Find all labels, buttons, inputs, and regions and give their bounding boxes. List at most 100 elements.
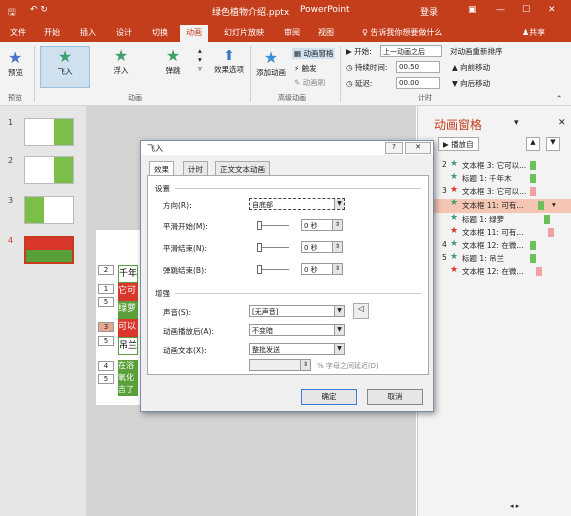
direction-dropdown[interactable]: 自底部 ▼ <box>249 198 345 210</box>
exit-star-icon: ★ <box>450 226 459 236</box>
painter-icon: ✎ <box>294 78 303 87</box>
anim-item-selected[interactable]: ★ 文本框 11: 可有... ▾ <box>418 198 571 213</box>
anim-item[interactable]: 3 ★ 文本框 3: 它可以... <box>418 185 571 198</box>
preview-group-label: 预览 <box>8 94 22 102</box>
add-animation-button[interactable]: ★ 添加动画 <box>254 48 288 78</box>
enhance-heading: 增强 <box>155 289 170 298</box>
sound-dropdown[interactable]: [无声音] ▼ <box>249 305 345 317</box>
scroll-arrows[interactable]: ◂ ▸ <box>510 502 519 510</box>
anim-item[interactable]: ★ 标题 1: 绿萝 <box>418 213 571 226</box>
anim-marker[interactable]: 5 <box>98 374 114 384</box>
collapse-ribbon-icon[interactable]: ⌃ <box>556 94 562 103</box>
maximize-icon[interactable]: ☐ <box>522 5 530 15</box>
ribbon-display-icon[interactable]: ▣ <box>468 5 477 15</box>
animation-pane-button[interactable]: ▦ 动画窗格 <box>292 48 336 59</box>
animate-text-dropdown[interactable]: 整批发送 ▼ <box>249 343 345 355</box>
letter-delay-input[interactable]: ⇕ <box>249 359 311 371</box>
slide-text[interactable]: 吊兰 <box>118 337 138 355</box>
after-animation-label: 动画播放后(A): <box>163 327 215 336</box>
anim-item[interactable]: 2 ★ 文本框 3: 它可以... <box>418 159 571 172</box>
exit-star-icon: ★ <box>450 265 459 275</box>
minimize-icon[interactable]: — <box>496 5 505 15</box>
close-icon[interactable]: ✕ <box>548 5 556 15</box>
gallery-scroll[interactable]: ▴ ▾ ▿ <box>198 46 202 73</box>
anim-marker[interactable]: 3 <box>98 322 114 332</box>
tab-animations[interactable]: 动画 <box>180 25 208 42</box>
pane-close-icon[interactable]: ✕ <box>558 118 566 128</box>
anim-item[interactable]: ★ 文本框 12: 在微... <box>418 265 571 278</box>
slide-thumb-1[interactable] <box>24 118 74 146</box>
play-from-button[interactable]: ▶ 播放自 <box>438 137 479 151</box>
cancel-button[interactable]: 取消 <box>367 389 423 405</box>
ok-button[interactable]: 确定 <box>301 389 357 405</box>
anim-marker[interactable]: 5 <box>98 336 114 346</box>
animate-text-label: 动画文本(X): <box>163 346 207 355</box>
timing-bar <box>530 174 536 183</box>
slide-text[interactable]: 在浴 <box>118 360 138 372</box>
speaker-icon[interactable]: ◁ <box>353 303 369 319</box>
start-dropdown[interactable]: 上一动画之后 <box>380 45 442 57</box>
slider-knob[interactable] <box>257 265 262 274</box>
smooth-end-input[interactable]: 0 秒 ⇕ <box>301 241 343 253</box>
move-down-icon[interactable]: ▼ <box>546 137 560 151</box>
trigger-button[interactable]: ⚡ 触发 <box>294 63 317 74</box>
save-icon[interactable]: 🖫 <box>8 5 16 21</box>
anim-marker[interactable]: 5 <box>98 297 114 307</box>
add-animation-label: 添加动画 <box>256 68 286 77</box>
move-later-button[interactable]: ▼ 向后移动 <box>452 78 490 89</box>
dialog-tab-timing[interactable]: 计时 <box>183 161 208 175</box>
after-animation-dropdown[interactable]: 不变暗 ▼ <box>249 324 345 336</box>
dialog-close-icon[interactable]: ✕ <box>405 142 431 154</box>
slider-knob[interactable] <box>257 221 262 230</box>
entrance-star-icon: ★ <box>450 213 459 223</box>
dialog-tab-text-animation[interactable]: 正文文本动画 <box>215 161 270 175</box>
effect-fly-in[interactable]: ★ 飞入 <box>40 46 90 88</box>
tab-insert[interactable]: 插入 <box>74 25 102 42</box>
animation-painter-button[interactable]: ✎ 动画刷 <box>294 77 325 88</box>
anim-item[interactable]: 5 ★ 标题 1: 吊兰 <box>418 252 571 265</box>
share-button[interactable]: ♟共享 <box>516 25 551 42</box>
slide-thumb-2[interactable] <box>24 156 74 184</box>
bounce-star-icon: ★ <box>165 46 181 65</box>
tab-design[interactable]: 设计 <box>110 25 138 42</box>
clock-icon: ◷ <box>346 63 355 72</box>
tab-review[interactable]: 审阅 <box>278 25 306 42</box>
slide-text[interactable]: 氧化 <box>118 372 138 384</box>
anim-marker[interactable]: 4 <box>98 361 114 371</box>
effect-bounce[interactable]: ★ 弹跳 <box>150 46 196 88</box>
undo-redo-icons[interactable]: ↶ ↻ <box>30 5 48 15</box>
tab-transitions[interactable]: 切换 <box>146 25 174 42</box>
tab-home[interactable]: 开始 <box>38 25 66 42</box>
move-up-icon[interactable]: ▲ <box>526 137 540 151</box>
anim-marker[interactable]: 2 <box>98 265 114 275</box>
preview-button[interactable]: ★ 预览 <box>8 48 23 78</box>
effect-label: 飞入 <box>57 67 73 76</box>
pane-options-icon[interactable]: ▾ <box>514 118 519 128</box>
slide-thumb-4-selected[interactable] <box>24 236 74 264</box>
slider-knob[interactable] <box>257 243 262 252</box>
effect-options-button[interactable]: ⬆ 效果选项 <box>212 48 246 75</box>
effect-float-in[interactable]: ★ 浮入 <box>96 46 146 88</box>
tab-view[interactable]: 视图 <box>312 25 340 42</box>
anim-item[interactable]: 4 ★ 文本框 12: 在微... <box>418 239 571 252</box>
slide-text[interactable]: 可以 <box>118 319 138 337</box>
tab-slideshow[interactable]: 幻灯片放映 <box>218 25 270 42</box>
slide-thumb-3[interactable] <box>24 196 74 224</box>
help-icon[interactable]: ? <box>385 142 403 154</box>
slide-text[interactable]: 千年 <box>118 265 138 283</box>
anim-marker[interactable]: 1 <box>98 284 114 294</box>
slide-text[interactable]: 吉了 <box>118 384 138 396</box>
anim-item[interactable]: ★ 文本框 11: 可有... <box>418 226 571 239</box>
smooth-start-input[interactable]: 0 秒 ⇕ <box>301 219 343 231</box>
move-earlier-button[interactable]: ▲ 向前移动 <box>452 62 490 73</box>
slide-text[interactable]: 它可 <box>118 283 138 301</box>
slide-text[interactable]: 绿萝 <box>118 301 138 319</box>
tab-file[interactable]: 文件 <box>4 25 32 42</box>
delay-input[interactable]: 00.00 <box>396 77 440 89</box>
login-link[interactable]: 登录 <box>420 5 438 18</box>
bounce-end-input[interactable]: 0 秒 ⇕ <box>301 263 343 275</box>
dialog-tab-effect[interactable]: 效果 <box>149 161 174 176</box>
tell-me-box[interactable]: ♀ 告诉我你想要做什么 <box>356 25 448 42</box>
duration-input[interactable]: 00.50 <box>396 61 440 73</box>
anim-item[interactable]: ★ 标题 1: 千年木 <box>418 172 571 185</box>
